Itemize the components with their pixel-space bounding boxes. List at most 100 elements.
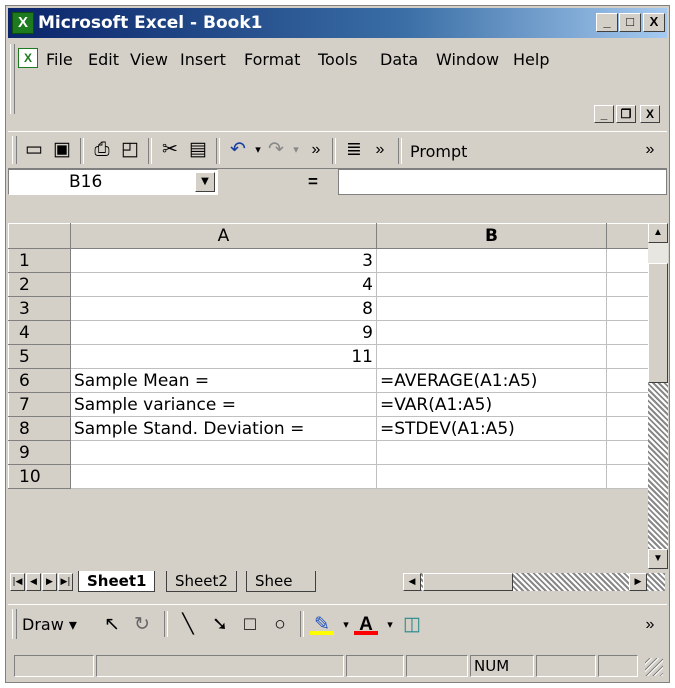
last-sheet-icon[interactable]: ▶|: [58, 573, 73, 591]
select-objects-icon[interactable]: ↖: [100, 613, 124, 637]
save-icon[interactable]: ▣: [50, 138, 74, 162]
cell-b[interactable]: [376, 464, 607, 489]
cell-a[interactable]: Sample Stand. Deviation =: [70, 416, 377, 441]
print-icon[interactable]: ⎙: [90, 138, 114, 162]
cell-a[interactable]: 9: [70, 320, 377, 345]
oval-tool-icon[interactable]: ○: [268, 613, 292, 637]
paste-icon[interactable]: ▤: [186, 138, 210, 162]
drawbar-grip[interactable]: [12, 609, 17, 639]
cell-b[interactable]: [376, 344, 607, 369]
cell-a[interactable]: Sample Mean =: [70, 368, 377, 393]
row-header[interactable]: 10: [8, 464, 71, 489]
select-all-corner[interactable]: [8, 223, 71, 249]
scroll-down-arrow-icon[interactable]: ▼: [648, 549, 668, 569]
minimize-button[interactable]: _: [596, 13, 618, 32]
next-sheet-icon[interactable]: ▶: [42, 573, 57, 591]
draw-menu-button[interactable]: Draw ▾: [22, 615, 77, 634]
3d-style-icon[interactable]: ◫: [400, 613, 424, 637]
row-header[interactable]: 2: [8, 272, 71, 297]
cell-b[interactable]: [376, 440, 607, 465]
toolbar-overflow-icon[interactable]: »: [638, 138, 662, 162]
toolbar-overflow-icon[interactable]: »: [304, 138, 328, 162]
cell-c[interactable]: [606, 272, 649, 297]
row-header[interactable]: 3: [8, 296, 71, 321]
cell-c[interactable]: [606, 368, 649, 393]
workbook-icon[interactable]: X: [18, 48, 38, 68]
scroll-left-arrow-icon[interactable]: ◀: [403, 573, 421, 591]
menu-insert[interactable]: Insert: [180, 50, 226, 69]
row-header[interactable]: 7: [8, 392, 71, 417]
rectangle-tool-icon[interactable]: □: [238, 613, 262, 637]
doc-close-button[interactable]: X: [640, 105, 660, 123]
resize-grip-icon[interactable]: [645, 658, 663, 676]
cell-c[interactable]: [606, 296, 649, 321]
fill-color-icon[interactable]: ✎: [310, 613, 334, 635]
row-header[interactable]: 9: [8, 440, 71, 465]
cell-c[interactable]: [606, 416, 649, 441]
column-header-c[interactable]: [606, 223, 649, 249]
row-header[interactable]: 4: [8, 320, 71, 345]
row-header[interactable]: 6: [8, 368, 71, 393]
menu-file[interactable]: File: [46, 50, 73, 69]
menu-window[interactable]: Window: [436, 50, 499, 69]
horizontal-scroll-thumb[interactable]: [423, 573, 513, 591]
vertical-scroll-track[interactable]: [648, 383, 668, 549]
print-preview-icon[interactable]: ◰: [118, 138, 142, 162]
menu-data[interactable]: Data: [380, 50, 418, 69]
cell-a[interactable]: 8: [70, 296, 377, 321]
cell-a[interactable]: 11: [70, 344, 377, 369]
cell-a[interactable]: Sample variance =: [70, 392, 377, 417]
vertical-scrollbar[interactable]: ▲ ▼: [648, 223, 668, 569]
name-box[interactable]: B16 ▼: [8, 169, 218, 195]
cell-b[interactable]: [376, 272, 607, 297]
cell-c[interactable]: [606, 248, 649, 273]
cell-c[interactable]: [606, 344, 649, 369]
cell-c[interactable]: [606, 320, 649, 345]
drawbar-overflow-icon[interactable]: »: [638, 613, 662, 637]
toolbar-grip[interactable]: [12, 136, 17, 164]
scroll-up-arrow-icon[interactable]: ▲: [648, 223, 668, 243]
cell-a[interactable]: 4: [70, 272, 377, 297]
maximize-button[interactable]: □: [619, 13, 641, 32]
cell-a[interactable]: 3: [70, 248, 377, 273]
align-icon[interactable]: ≣: [342, 138, 366, 162]
arrow-tool-icon[interactable]: ➘: [208, 613, 232, 637]
doc-minimize-button[interactable]: _: [594, 105, 614, 123]
scroll-right-arrow-icon[interactable]: ▶: [629, 573, 647, 591]
cell-b[interactable]: [376, 248, 607, 273]
cell-b[interactable]: =AVERAGE(A1:A5): [376, 368, 607, 393]
font-color-dropdown-icon[interactable]: ▾: [378, 613, 402, 637]
doc-restore-button[interactable]: ❐: [616, 105, 636, 123]
cell-c[interactable]: [606, 464, 649, 489]
title-bar[interactable]: X Microsoft Excel - Book1 _ □ X: [8, 8, 667, 38]
new-icon[interactable]: ▭: [22, 138, 46, 162]
edit-formula-button[interactable]: =: [308, 172, 318, 192]
cut-icon[interactable]: ✂: [158, 138, 182, 162]
cell-b[interactable]: [376, 320, 607, 345]
menu-view[interactable]: View: [130, 50, 168, 69]
font-color-icon[interactable]: A: [354, 613, 378, 635]
menu-tools[interactable]: Tools: [318, 50, 357, 69]
column-header-a[interactable]: A: [70, 223, 377, 249]
cell-b[interactable]: =STDEV(A1:A5): [376, 416, 607, 441]
tab-sheet3[interactable]: Shee: [246, 571, 316, 592]
prompt-button[interactable]: Prompt: [410, 142, 467, 161]
cell-a[interactable]: [70, 440, 377, 465]
column-header-b[interactable]: B: [376, 223, 607, 249]
menu-format[interactable]: Format: [244, 50, 300, 69]
excel-app-icon[interactable]: X: [12, 12, 34, 34]
tab-sheet2[interactable]: Sheet2: [166, 571, 237, 592]
formula-input[interactable]: [338, 169, 667, 195]
vertical-scroll-thumb[interactable]: [648, 263, 668, 383]
horizontal-scrollbar[interactable]: ◀ ▶: [403, 573, 665, 591]
cell-b[interactable]: =VAR(A1:A5): [376, 392, 607, 417]
cell-b[interactable]: [376, 296, 607, 321]
cell-c[interactable]: [606, 440, 649, 465]
row-header[interactable]: 1: [8, 248, 71, 273]
free-rotate-icon[interactable]: ↻: [130, 613, 154, 637]
cell-c[interactable]: [606, 392, 649, 417]
line-tool-icon[interactable]: ╲: [176, 613, 200, 637]
cell-a[interactable]: [70, 464, 377, 489]
first-sheet-icon[interactable]: |◀: [10, 573, 25, 591]
close-button[interactable]: X: [643, 13, 665, 32]
